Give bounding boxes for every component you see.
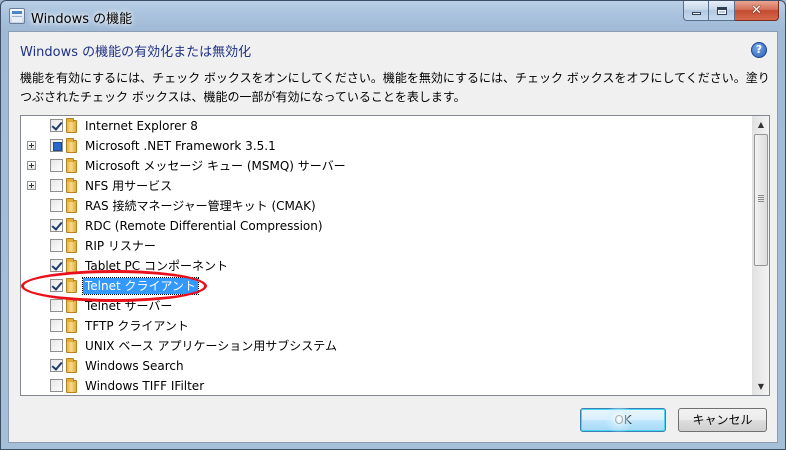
folder-icon <box>66 318 77 333</box>
feature-label: Windows Search <box>85 359 184 373</box>
feature-checkbox[interactable] <box>50 159 63 172</box>
expand-plus-icon[interactable] <box>27 141 36 150</box>
windows-features-icon <box>9 8 25 24</box>
feature-row[interactable]: RIP リスナー <box>21 236 753 256</box>
feature-row[interactable]: Windows Search <box>21 356 753 376</box>
feature-row[interactable]: Internet Explorer 8 <box>21 116 753 136</box>
dialog-heading: Windows の機能の有効化または無効化 <box>20 45 252 60</box>
folder-icon <box>66 338 77 353</box>
feature-checkbox[interactable] <box>50 259 63 272</box>
scroll-up-icon[interactable]: ▲ <box>753 116 769 133</box>
scroll-down-icon[interactable]: ▼ <box>753 378 769 395</box>
feature-row[interactable]: RAS 接続マネージャー管理キット (CMAK) <box>21 196 753 216</box>
feature-checkbox[interactable] <box>50 199 63 212</box>
feature-label: Microsoft .NET Framework 3.5.1 <box>85 139 276 153</box>
feature-checkbox[interactable] <box>50 139 63 152</box>
feature-label: Telnet サーバー <box>85 299 173 313</box>
folder-icon <box>66 298 77 313</box>
vertical-scrollbar[interactable]: ▲ ▼ <box>752 116 769 395</box>
feature-row[interactable]: RDC (Remote Differential Compression) <box>21 216 753 236</box>
feature-label: RIP リスナー <box>85 239 156 253</box>
title-bar[interactable]: Windows の機能 ✕ <box>1 1 785 31</box>
feature-row[interactable]: NFS 用サービス <box>21 176 753 196</box>
feature-row[interactable]: Windows TIFF IFilter <box>21 376 753 395</box>
help-icon[interactable]: ? <box>751 42 767 58</box>
dialog-content: Windows の機能の有効化または無効化 ? 機能を有効にするには、チェック … <box>8 31 778 443</box>
minimize-button[interactable] <box>683 1 709 21</box>
folder-icon <box>66 278 77 293</box>
folder-icon <box>66 238 77 253</box>
feature-label: RDC (Remote Differential Compression) <box>85 219 323 233</box>
folder-icon <box>66 378 77 393</box>
feature-list: Internet Explorer 8 Microsoft .NET Framew… <box>21 116 753 395</box>
cancel-button[interactable]: キャンセル <box>678 408 767 432</box>
feature-label: RAS 接続マネージャー管理キット (CMAK) <box>85 199 316 213</box>
close-button[interactable]: ✕ <box>735 1 779 21</box>
window-title: Windows の機能 <box>31 12 133 27</box>
feature-row[interactable]: UNIX ベース アプリケーション用サブシステム <box>21 336 753 356</box>
feature-checkbox[interactable] <box>50 359 63 372</box>
folder-icon <box>66 158 77 173</box>
feature-checkbox[interactable] <box>50 379 63 392</box>
scroll-thumb[interactable] <box>754 134 768 266</box>
feature-label: Internet Explorer 8 <box>85 119 198 133</box>
ok-button[interactable]: OK <box>580 408 666 432</box>
feature-label: UNIX ベース アプリケーション用サブシステム <box>85 339 337 353</box>
folder-icon <box>66 218 77 233</box>
feature-tree[interactable]: Internet Explorer 8 Microsoft .NET Framew… <box>20 115 770 396</box>
feature-checkbox[interactable] <box>50 219 63 232</box>
expand-plus-icon[interactable] <box>27 161 36 170</box>
folder-icon <box>66 258 77 273</box>
dialog-description: 機能を有効にするには、チェック ボックスをオンにしてください。機能を無効にするに… <box>20 71 770 104</box>
feature-checkbox[interactable] <box>50 179 63 192</box>
maximize-icon <box>716 6 727 15</box>
feature-label: Telnet クライアント <box>81 277 200 295</box>
feature-checkbox[interactable] <box>50 239 63 252</box>
feature-label: Windows TIFF IFilter <box>85 379 205 393</box>
maximize-button[interactable] <box>709 1 735 21</box>
feature-checkbox[interactable] <box>50 339 63 352</box>
feature-row[interactable]: Tablet PC コンポーネント <box>21 256 753 276</box>
feature-row[interactable]: TFTP クライアント <box>21 316 753 336</box>
dialog-window: Windows の機能 ✕ Windows の機能の有効化または無効化 ? 機能… <box>0 0 786 450</box>
expand-plus-icon[interactable] <box>27 181 36 190</box>
folder-icon <box>66 358 77 373</box>
folder-icon <box>66 118 77 133</box>
feature-checkbox[interactable] <box>50 299 63 312</box>
caption-buttons: ✕ <box>683 1 779 21</box>
folder-icon <box>66 138 77 153</box>
feature-checkbox[interactable] <box>50 319 63 332</box>
feature-label: NFS 用サービス <box>85 179 173 193</box>
close-icon: ✕ <box>751 3 762 18</box>
feature-label: TFTP クライアント <box>85 319 189 333</box>
feature-label: Microsoft メッセージ キュー (MSMQ) サーバー <box>85 159 346 173</box>
folder-icon <box>66 178 77 193</box>
feature-row[interactable]: Microsoft .NET Framework 3.5.1 <box>21 136 753 156</box>
feature-row[interactable]: Microsoft メッセージ キュー (MSMQ) サーバー <box>21 156 753 176</box>
feature-row[interactable]: Telnet サーバー <box>21 296 753 316</box>
feature-label: Tablet PC コンポーネント <box>85 259 228 273</box>
feature-checkbox[interactable] <box>50 279 63 292</box>
minimize-icon <box>691 12 701 15</box>
feature-row[interactable]: Telnet クライアント <box>21 276 753 296</box>
folder-icon <box>66 198 77 213</box>
feature-checkbox[interactable] <box>50 119 63 132</box>
